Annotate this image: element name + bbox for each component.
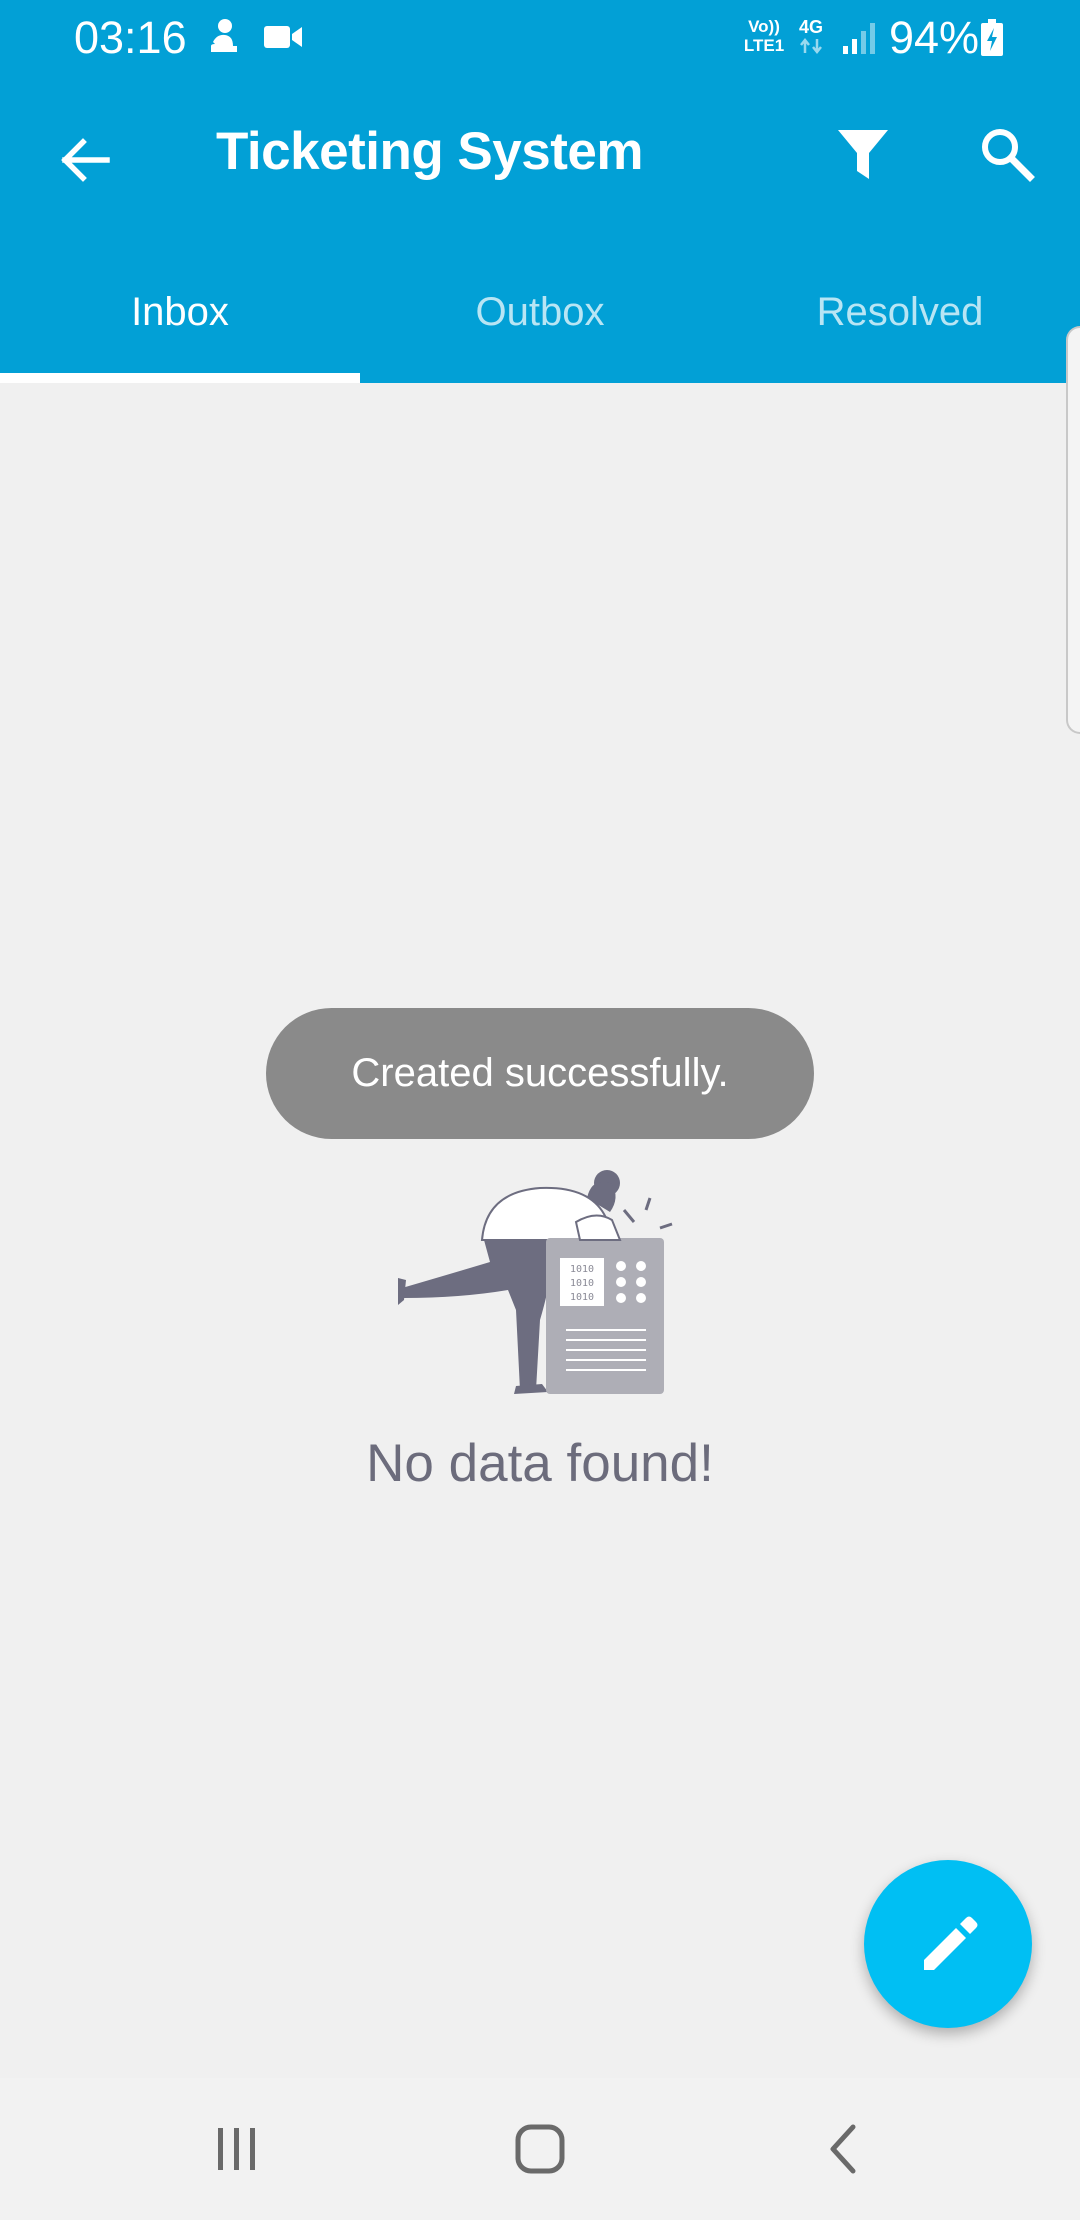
filter-button[interactable] [813,104,913,204]
toolbar: Ticketing System [0,76,1080,232]
home-icon [515,2124,565,2174]
tab-bar: Inbox Outbox Resolved [0,270,1080,383]
toast-message: Created successfully. [266,1008,814,1139]
person-notification-icon [205,18,241,63]
tab-resolved[interactable]: Resolved [720,270,1080,383]
status-time: 03:16 [74,12,187,63]
tab-outbox[interactable]: Outbox [360,270,720,383]
ticketing-screen: 03:16 Vo)) LTE1 4G 94% Ticketing System … [0,0,1080,2220]
video-camera-icon [262,23,304,56]
pencil-icon [924,1916,978,1970]
network-indicator: Vo)) LTE1 [739,17,789,55]
filter-icon [838,130,888,179]
status-bar: 03:16 Vo)) LTE1 4G 94% [0,0,1080,76]
page-title: Ticketing System [216,122,643,181]
search-button[interactable] [957,104,1057,204]
code-line-3: 1010 [570,1292,594,1303]
tab-resolved-label: Resolved [816,290,984,334]
toast-text: Created successfully. [351,1051,729,1095]
empty-state-illustration: 1010 1010 1010 [390,1170,690,1400]
network-type: 4G [793,17,829,59]
battery-charging-icon [980,19,1004,62]
code-line-2: 1010 [570,1278,594,1289]
app-bar: 03:16 Vo)) LTE1 4G 94% Ticketing System … [0,0,1080,383]
tab-inbox[interactable]: Inbox [0,270,360,383]
tab-inbox-label: Inbox [131,290,229,334]
network-type-label: 4G [798,17,823,37]
nav-back-icon [830,2124,856,2174]
data-arrows-icon [800,37,822,55]
recents-button[interactable] [157,2078,317,2220]
tab-outbox-label: Outbox [475,290,605,334]
battery-percent: 94% [889,12,980,63]
compose-fab[interactable] [864,1860,1032,2028]
system-back-button[interactable] [763,2078,923,2220]
empty-state-message: No data found! [366,1434,714,1493]
home-button[interactable] [460,2078,620,2220]
search-icon [982,129,1035,182]
navigation-bar [0,2078,1080,2220]
edge-panel-handle[interactable] [1066,326,1080,734]
volte-label: Vo)) [748,17,780,36]
lte-label: LTE1 [743,36,785,55]
tab-indicator [0,373,360,383]
code-line-1: 1010 [570,1264,594,1275]
recents-icon [218,2128,255,2170]
signal-icon [841,20,877,61]
arrow-back-icon [61,138,110,182]
back-button[interactable] [34,110,134,210]
